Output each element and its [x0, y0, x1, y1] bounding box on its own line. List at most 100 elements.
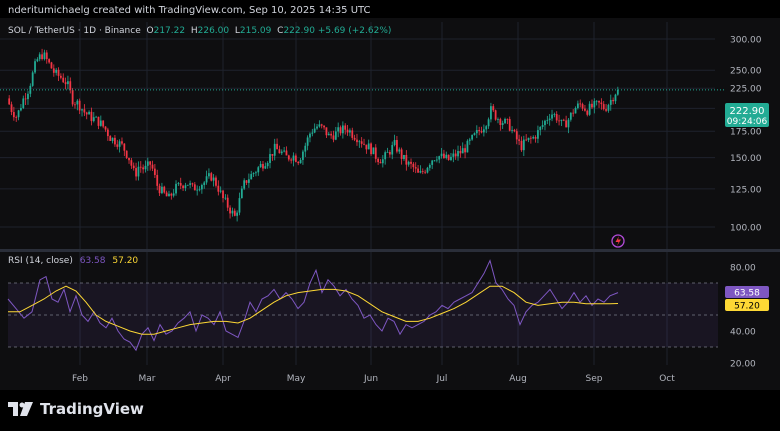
candle-body — [515, 131, 518, 140]
candle-body — [109, 136, 112, 141]
candle-body — [139, 166, 142, 168]
chart-attribution: nderitumichaelg created with TradingView… — [8, 5, 371, 16]
candle-body — [132, 165, 135, 169]
candle-body — [158, 185, 161, 194]
candle-body — [372, 147, 375, 155]
candle-body — [487, 119, 490, 127]
candle-body — [121, 141, 123, 144]
candle-body — [59, 75, 62, 78]
candle-body — [388, 151, 391, 155]
candle-body — [440, 153, 443, 157]
candle-body — [473, 133, 476, 135]
candle-body — [607, 104, 610, 111]
candle-body — [212, 177, 215, 181]
candle-body — [128, 157, 130, 161]
price-badge: 222.90 09:24:06 — [725, 103, 769, 127]
candle-body — [332, 135, 335, 140]
candle-body — [269, 154, 271, 163]
candle-body — [266, 162, 269, 167]
price-axis[interactable]: 300.00250.00225.00200.00175.00150.00125.… — [730, 36, 762, 234]
candle-body — [52, 68, 55, 73]
ohlc-low: L215.09 — [234, 26, 272, 36]
candle-body — [74, 104, 76, 106]
candle-body — [614, 94, 617, 102]
candle-body — [346, 129, 349, 133]
candle-body — [497, 119, 499, 120]
candle-body — [8, 98, 11, 105]
time-tick-label: Jun — [363, 374, 378, 384]
candles — [8, 48, 619, 222]
candle-body — [358, 141, 361, 143]
time-tick-label: May — [287, 374, 306, 384]
candle-body — [189, 183, 192, 185]
candle-body — [323, 125, 325, 128]
candle-body — [341, 125, 344, 134]
candle-body — [24, 98, 27, 100]
candle-body — [149, 161, 152, 165]
candle-body — [558, 120, 560, 122]
ohlc-high: H226.00 — [190, 26, 230, 36]
candle-body — [144, 165, 147, 170]
candle-body — [485, 126, 488, 130]
candle-body — [224, 197, 227, 199]
candle-body — [381, 159, 384, 164]
time-tick-label: Aug — [509, 374, 527, 384]
candle-body — [219, 190, 222, 192]
candle-body — [177, 183, 180, 184]
candle-body — [414, 167, 417, 169]
pane-divider[interactable] — [0, 249, 780, 252]
candle-body — [490, 106, 492, 120]
price-tick-label: 125.00 — [730, 185, 762, 195]
candle-body — [452, 153, 455, 157]
rsi-legend-label[interactable]: RSI (14, close) — [8, 256, 73, 266]
candle-body — [106, 129, 109, 137]
candle-body — [511, 129, 513, 131]
candle-body — [255, 172, 257, 174]
candle-body — [48, 59, 51, 63]
time-tick-label: Mar — [139, 374, 156, 384]
candle-body — [553, 114, 556, 115]
time-axis[interactable]: Feb Mar Apr May Jun Jul Aug Sep Oct — [72, 374, 675, 384]
candle-body — [182, 185, 184, 189]
candle-body — [431, 160, 434, 165]
candle-body — [135, 168, 137, 177]
lightning-icon[interactable] — [611, 234, 625, 248]
candle-body — [454, 153, 457, 157]
candle-body — [88, 111, 90, 115]
time-tick-label: Jul — [436, 374, 448, 384]
rsi-axis[interactable]: 80.00 40.00 20.00 — [730, 264, 756, 370]
brand-footer[interactable]: TradingView — [8, 400, 144, 418]
candle-body — [309, 133, 311, 138]
symbol-name[interactable]: SOL / TetherUS · 1D · Binance — [8, 26, 141, 36]
candle-body — [588, 103, 591, 115]
candle-body — [360, 141, 363, 144]
candle-body — [64, 82, 67, 85]
candle-body — [34, 61, 36, 73]
candle-body — [285, 150, 288, 156]
candle-body — [393, 140, 396, 146]
candle-body — [125, 150, 128, 158]
candle-body — [210, 173, 213, 181]
candle-body — [231, 210, 234, 214]
candle-body — [595, 100, 598, 102]
candle-body — [236, 212, 239, 216]
candle-body — [555, 114, 558, 121]
candle-body — [525, 139, 528, 141]
candle-body — [12, 112, 15, 118]
candle-body — [586, 110, 589, 115]
time-tick-label: Sep — [586, 374, 603, 384]
time-tick-label: Feb — [72, 374, 88, 384]
candle-body — [222, 190, 224, 199]
candle-body — [377, 158, 380, 163]
candle-body — [111, 137, 114, 141]
candle-body — [344, 125, 347, 130]
candle-body — [247, 179, 250, 183]
candle-body — [57, 69, 60, 76]
candle-body — [616, 89, 619, 95]
candle-body — [165, 192, 168, 197]
candle-body — [508, 119, 511, 131]
candle-body — [421, 171, 424, 172]
candle-body — [38, 54, 41, 60]
chart-canvas[interactable]: 300.00250.00225.00200.00175.00150.00125.… — [0, 18, 780, 390]
candle-body — [379, 162, 382, 164]
